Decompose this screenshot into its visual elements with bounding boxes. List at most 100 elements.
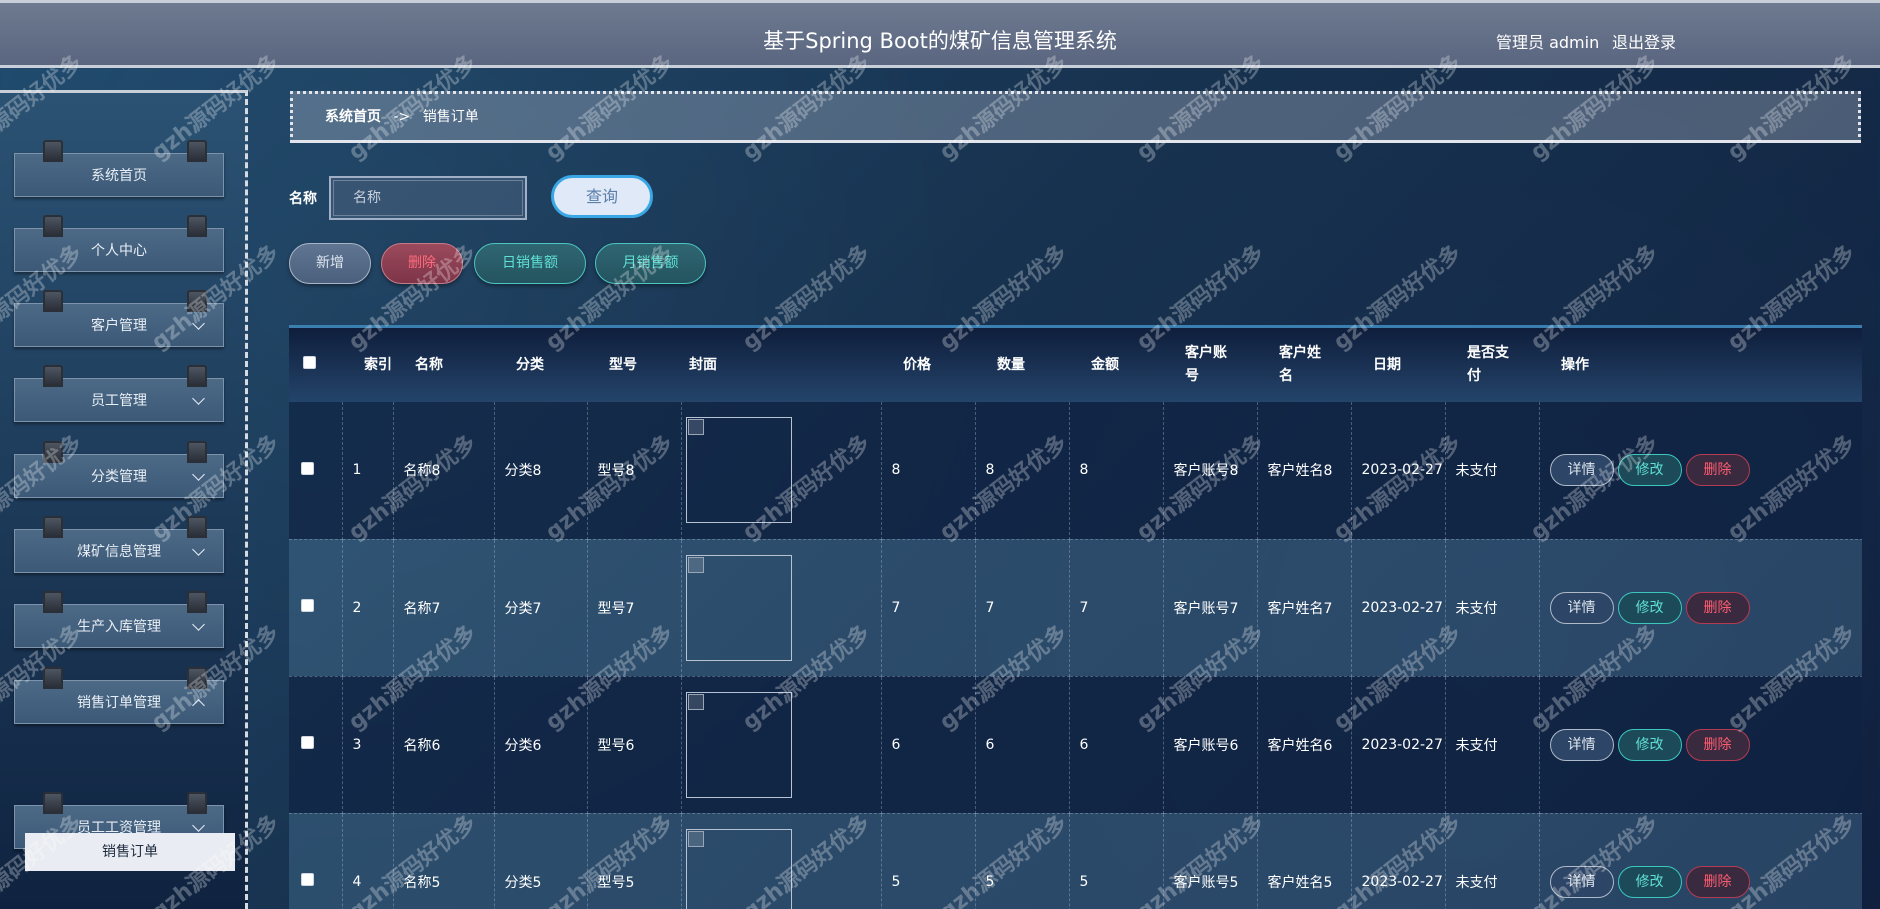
edit-button[interactable]: 修改 [1617,865,1682,898]
binder-clip-icon [187,290,207,312]
sidebar-item-4[interactable]: 分类管理 [14,441,224,498]
sidebar-item-label: 个人中心 [91,243,147,259]
cell-index: 1 [342,402,394,540]
cover-image[interactable] [685,554,792,661]
search-label: 名称 [289,191,317,207]
search-input[interactable] [329,176,527,220]
cell-date: 2023-02-27 [1351,402,1446,540]
binder-clip-icon [43,365,63,387]
cell-price: 5 [881,813,976,909]
col-model: 型号 [609,356,637,373]
edit-button[interactable]: 修改 [1617,454,1682,487]
sidebar-item-7[interactable]: 销售订单管理 [14,667,224,724]
cell-amount: 7 [1069,539,1164,677]
row-select-cell [289,402,343,540]
cell-quantity: 7 [975,539,1070,677]
delete-button[interactable]: 删除 [1685,728,1750,761]
cell-name: 名称8 [393,402,495,540]
sidebar-item-label: 员工管理 [91,393,147,409]
sidebar-item-0[interactable]: 系统首页 [14,140,224,197]
sidebar-item-label: 客户管理 [91,318,147,334]
sidebar-item-label: 系统首页 [91,168,147,184]
col-customer-account: 客户账号 [1185,345,1227,384]
broken-image-icon [687,419,704,436]
col-index[interactable]: 索引 [342,328,393,402]
cover-image[interactable] [685,417,792,524]
edit-button[interactable]: 修改 [1617,591,1682,624]
binder-clip-icon [187,667,207,689]
query-button[interactable]: 查询 [551,175,653,218]
cell-date: 2023-02-27 [1351,676,1446,814]
sidebar-item-5[interactable]: 煤矿信息管理 [14,516,224,573]
cell-name: 名称6 [393,676,495,814]
sidebar-item-3[interactable]: 员工管理 [14,365,224,422]
binder-clip-icon [43,667,63,689]
binder-clip-icon [43,792,63,814]
cell-customer-account: 客户账号7 [1163,539,1258,677]
cell-customer-name: 客户姓名6 [1257,676,1352,814]
new-button[interactable]: 新增 [289,243,371,284]
cell-price: 6 [881,676,976,814]
monthly-sales-button[interactable]: 月销售额 [595,243,706,284]
cell-amount: 8 [1069,402,1164,540]
sidebar-item-2[interactable]: 客户管理 [14,290,224,347]
binder-clip-icon [43,441,63,463]
sidebar-item-6[interactable]: 生产入库管理 [14,591,224,648]
row-checkbox[interactable] [301,599,314,612]
cell-cover [681,539,882,677]
cell-model: 型号7 [587,539,682,677]
detail-button[interactable]: 详情 [1549,865,1614,898]
cell-cover [681,402,882,540]
col-category: 分类 [516,356,544,373]
cell-paid: 未支付 [1445,676,1540,814]
cell-quantity: 6 [975,676,1070,814]
binder-clip-icon [187,215,207,237]
cover-image[interactable] [685,828,792,909]
binder-clip-icon [187,591,207,613]
cell-index: 4 [342,813,394,909]
row-select-cell [289,813,343,909]
delete-button[interactable]: 删除 [1685,591,1750,624]
row-checkbox[interactable] [301,736,314,749]
cell-category: 分类7 [494,539,588,677]
daily-sales-button[interactable]: 日销售额 [474,243,586,284]
cell-amount: 6 [1069,676,1164,814]
cover-image[interactable] [685,691,792,798]
cell-date: 2023-02-27 [1351,539,1446,677]
sidebar-item-1[interactable]: 个人中心 [14,215,224,272]
cell-index: 2 [342,539,394,677]
table-header-row: 索引 名称 分类 型号 封面 价格 数量 金额 客户账号 客户姓名 日期 是否支… [289,328,1862,402]
col-quantity: 数量 [997,356,1025,373]
orders-table: 索引 名称 分类 型号 封面 价格 数量 金额 客户账号 客户姓名 日期 是否支… [289,328,1862,909]
sidebar-item-label: 生产入库管理 [77,619,161,635]
col-price: 价格 [903,356,931,373]
batch-delete-button[interactable]: 删除 [381,243,463,284]
cell-model: 型号5 [587,813,682,909]
detail-button[interactable]: 详情 [1549,454,1614,487]
col-customer-name: 客户姓名 [1279,345,1321,384]
delete-button[interactable]: 删除 [1685,865,1750,898]
broken-image-icon [687,556,704,573]
sidebar-subitem-sales-order[interactable]: 销售订单 [25,833,235,871]
cell-operations: 详情 修改 删除 [1539,402,1862,540]
row-checkbox[interactable] [301,873,314,886]
cell-quantity: 5 [975,813,1070,909]
detail-button[interactable]: 详情 [1549,591,1614,624]
top-header: 基于Spring Boot的煤矿信息管理系统 管理员 admin 退出登录 [0,0,1880,68]
delete-button[interactable]: 删除 [1685,454,1750,487]
broken-image-icon [687,830,704,847]
col-paid: 是否支付 [1467,345,1509,384]
chevron-down-icon [192,819,205,832]
col-date: 日期 [1373,356,1401,373]
breadcrumb-home[interactable]: 系统首页 [325,109,381,125]
chevron-down-icon [192,468,205,481]
row-checkbox[interactable] [301,461,314,475]
edit-button[interactable]: 修改 [1617,728,1682,761]
select-all-checkbox[interactable] [303,355,316,369]
detail-button[interactable]: 详情 [1549,728,1614,761]
cell-paid: 未支付 [1445,539,1540,677]
cell-operations: 详情 修改 删除 [1539,813,1862,909]
col-operation: 操作 [1561,356,1589,373]
logout-link[interactable]: 退出登录 [1612,29,1676,53]
cell-cover [681,813,882,909]
